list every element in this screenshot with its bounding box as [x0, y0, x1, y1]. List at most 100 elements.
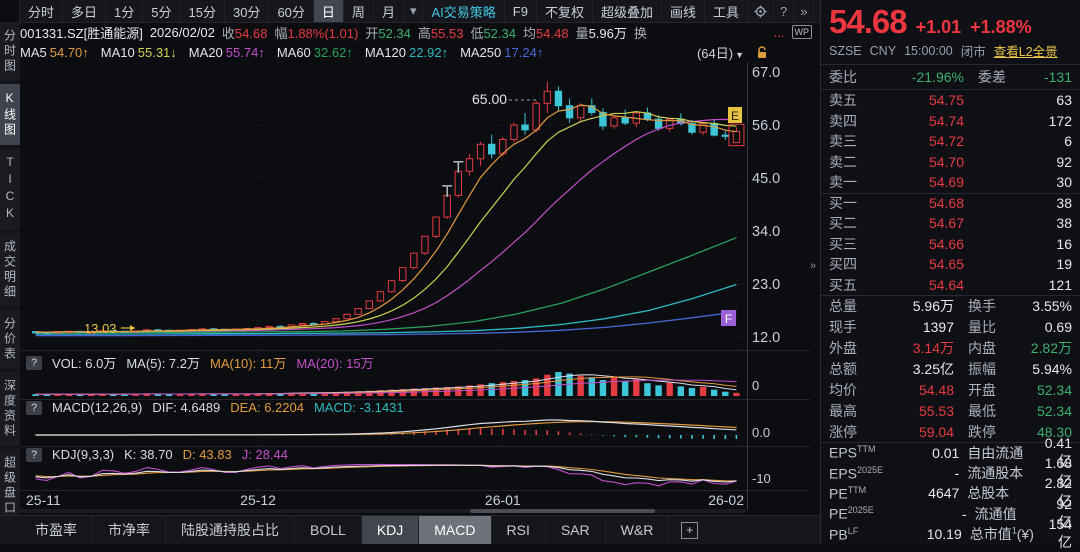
fundamental-value: 10.19 [898, 526, 961, 542]
info-field-换: 换 [634, 23, 647, 42]
macd-help-icon[interactable]: ? [26, 401, 42, 415]
collapse-icon[interactable]: » [810, 260, 816, 272]
stat-label: 最低 [968, 401, 1014, 421]
svg-text:25-11: 25-11 [26, 492, 61, 508]
fundamental-value: 154亿 [1049, 516, 1072, 552]
bid-row[interactable]: 买一54.6838 [821, 193, 1080, 214]
period-button-1分[interactable]: 1分 [106, 0, 143, 22]
toolbar-action-0[interactable]: F9 [505, 0, 537, 22]
period-count-text: (64日) [697, 46, 733, 61]
toolbar-action-4[interactable]: 工具 [705, 0, 748, 22]
chevron-down-icon[interactable]: ▼ [735, 50, 744, 60]
add-indicator-button[interactable]: + [681, 522, 698, 539]
period-button-15分[interactable]: 15分 [181, 0, 225, 22]
period-button-5分[interactable]: 5分 [143, 0, 180, 22]
info-field-label: 幅 [274, 26, 287, 41]
period-button-60分[interactable]: 60分 [269, 0, 313, 22]
bid-row[interactable]: 买三54.6616 [821, 234, 1080, 255]
tab-RSI[interactable]: RSI [492, 516, 546, 544]
bid-row[interactable]: 买二54.6738 [821, 213, 1080, 234]
stat-value: 54.48 [869, 382, 954, 398]
bid-row[interactable]: 买五54.64121 [821, 275, 1080, 296]
sidebar-item-超级盘口[interactable]: 超级盘口 [0, 449, 20, 523]
bid-label: 买五 [829, 275, 869, 295]
tab-市净率[interactable]: 市净率 [93, 516, 166, 544]
sidebar-item-TICK[interactable]: TICK [0, 148, 20, 230]
fundamental-label: EPSTTM [829, 444, 897, 461]
l2-link[interactable]: 查看L2全景 [994, 41, 1058, 60]
tab-KDJ[interactable]: KDJ [362, 516, 419, 544]
chart-scrollbar[interactable] [20, 509, 746, 513]
quote-stats: 总量5.96万换手3.55%现手1397量比0.69外盘3.14万内盘2.82万… [821, 295, 1080, 442]
fundamental-value: - [897, 465, 959, 481]
bid-qty: 38 [964, 195, 1072, 211]
wp-badge[interactable]: WP [792, 25, 813, 39]
bid-qty: 121 [964, 277, 1072, 293]
info-field-量: 量5.96万 [576, 23, 627, 42]
lock-icon[interactable] [756, 46, 768, 59]
scrollbar-thumb[interactable] [470, 509, 655, 513]
sidebar-item-K线图[interactable]: K线图 [0, 84, 20, 145]
period-button-月[interactable]: 月 [374, 0, 404, 22]
tab-BOLL[interactable]: BOLL [295, 516, 362, 544]
period-dropdown-icon[interactable]: ▾ [404, 0, 424, 22]
tab-W&R[interactable]: W&R [606, 516, 670, 544]
tab-市盈率[interactable]: 市盈率 [20, 516, 93, 544]
tab-MACD[interactable]: MACD [419, 516, 491, 544]
fundamental-value: - [901, 506, 967, 522]
toolbar-action-3[interactable]: 画线 [662, 0, 705, 22]
ai-strategy-button[interactable]: AI交易策略 [423, 0, 504, 22]
toolbar-action-1[interactable]: 不复权 [537, 0, 593, 22]
bid-label: 买三 [829, 234, 869, 254]
period-button-分时[interactable]: 分时 [20, 0, 63, 22]
sidebar-item-分价表[interactable]: 分价表 [0, 310, 20, 369]
info-field-label: 均 [523, 26, 536, 41]
fundamental-label: PETTM [829, 485, 897, 502]
info-field-value: 52.34 [483, 26, 516, 41]
ask-row[interactable]: 卖五54.7563 [821, 90, 1080, 111]
stat-label: 总量 [829, 296, 869, 316]
ask-row[interactable]: 卖一54.6930 [821, 172, 1080, 193]
stat-value: 59.04 [869, 424, 954, 440]
vol-help-icon[interactable]: ? [26, 356, 42, 370]
stat-label: 开盘 [968, 380, 1014, 400]
svg-text:25-12: 25-12 [240, 492, 276, 508]
toolbar-action-2[interactable]: 超级叠加 [593, 0, 662, 22]
stock-info-bar: 001331.SZ[胜通能源]2026/02/02收54.68幅1.88%(1.… [20, 22, 820, 42]
stat-value: 5.96万 [869, 296, 954, 316]
last-price: 54.68 [829, 3, 907, 41]
period-count-label[interactable]: (64日)▼ [697, 43, 744, 62]
ask-row[interactable]: 卖四54.74172 [821, 111, 1080, 132]
sidebar-item-成交明细[interactable]: 成交明细 [0, 233, 20, 307]
bid-row[interactable]: 买四54.6519 [821, 254, 1080, 275]
ask-row[interactable]: 卖三54.726 [821, 131, 1080, 152]
fundamental-label: PE2025E [829, 505, 901, 522]
period-button-周[interactable]: 周 [344, 0, 374, 22]
svg-text:34.0: 34.0 [752, 224, 780, 240]
ask-row[interactable]: 卖二54.7092 [821, 152, 1080, 173]
period-button-30分[interactable]: 30分 [225, 0, 269, 22]
fundamental-row: PBLF10.19总市值1(¥)154亿 [821, 524, 1080, 544]
sidebar-item-深度资料[interactable]: 深度资料 [0, 372, 20, 446]
svg-text:13.03: 13.03 [84, 321, 117, 336]
toolbar-more-icon[interactable]: » [794, 0, 814, 22]
help-icon[interactable]: ? [774, 0, 794, 22]
info-field-均: 均54.48 [523, 23, 569, 42]
tab-陆股通持股占比[interactable]: 陆股通持股占比 [166, 516, 295, 544]
gear-icon[interactable] [748, 0, 774, 22]
panel-collapse-strip[interactable]: » [810, 62, 820, 514]
period-button-日[interactable]: 日 [314, 0, 344, 22]
sidebar-item-分时图[interactable]: 分时图 [0, 22, 20, 81]
svg-text:26-01: 26-01 [485, 492, 521, 508]
period-button-多日[interactable]: 多日 [63, 0, 106, 22]
bid-price: 54.68 [869, 195, 964, 211]
quote-subheader: SZSE CNY 15:00:00 闭市 查看L2全景 [821, 41, 1080, 64]
tab-SAR[interactable]: SAR [546, 516, 606, 544]
stat-label: 内盘 [968, 338, 1014, 358]
kdj-pane-label: ?KDJ(9,3,3)K: 38.70D: 43.83J: 28.44 [26, 447, 288, 462]
more-link[interactable]: ... [774, 25, 785, 40]
window-menu-button[interactable] [0, 0, 20, 22]
ask-label: 卖五 [829, 90, 869, 110]
ask-qty: 6 [964, 133, 1072, 149]
kdj-help-icon[interactable]: ? [26, 448, 42, 462]
